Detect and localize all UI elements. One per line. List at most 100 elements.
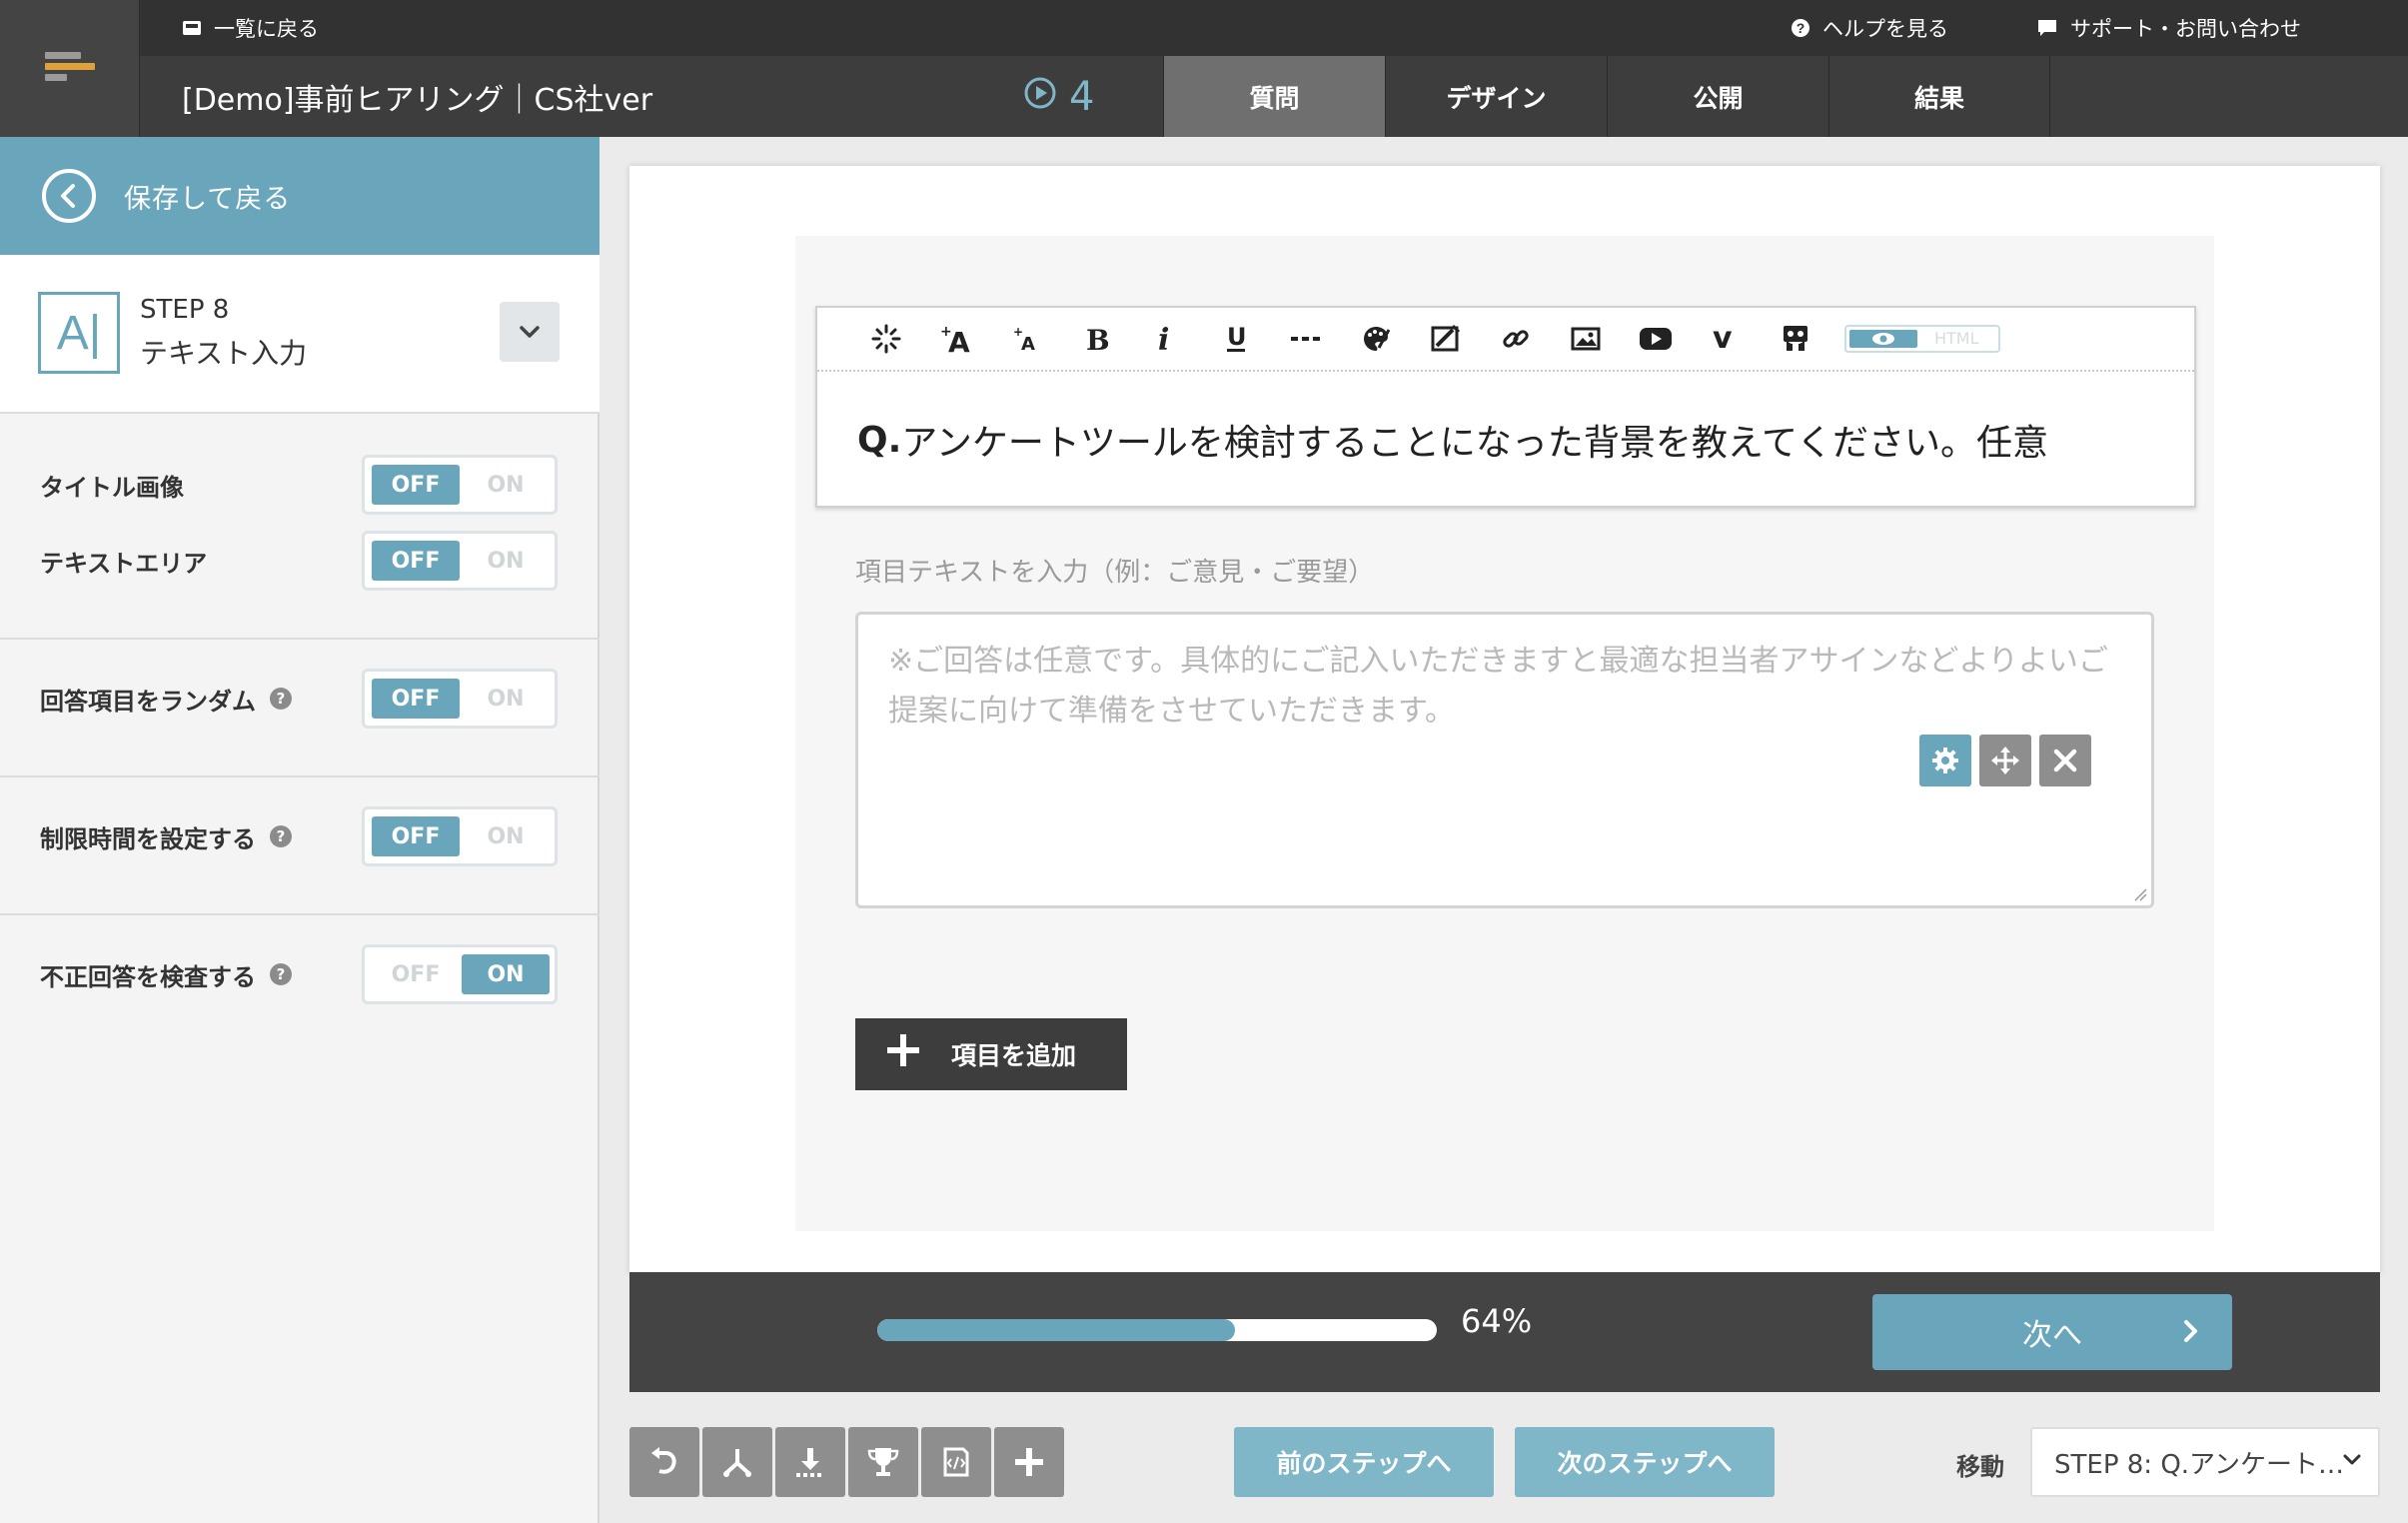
tab-design[interactable]: デザイン	[1385, 56, 1607, 137]
svg-text:B: B	[1086, 324, 1108, 354]
branch-icon	[723, 1449, 751, 1477]
option-label-text: テキストエリア	[40, 549, 208, 578]
app-logo[interactable]	[0, 0, 140, 137]
utility-row: 一覧に戻る ? ヘルプを見る サポート・お問い合わせ	[140, 0, 2408, 56]
bold-icon[interactable]: B	[1061, 314, 1131, 364]
rich-text-toolbar: + A + A B i U v HTML	[817, 308, 2194, 372]
help-link[interactable]: ? ヘルプを見る	[1791, 0, 1948, 56]
option-label-text: 不正回答を検査する	[40, 962, 256, 991]
help-circle-icon: ?	[1791, 18, 1810, 38]
top-header: 一覧に戻る ? ヘルプを見る サポート・お問い合わせ [Demo]事前ヒアリング…	[0, 0, 2408, 137]
tab-results[interactable]: 結果	[1828, 56, 2050, 137]
help-icon[interactable]: ?	[270, 688, 292, 710]
step-type: テキスト入力	[140, 337, 308, 370]
delete-button[interactable]	[2039, 735, 2091, 786]
toggle-text-area[interactable]: OFF ON	[362, 531, 558, 591]
image-icon[interactable]	[1551, 314, 1621, 364]
step-count-value: 4	[1069, 73, 1095, 120]
font-size-up-icon[interactable]: + A	[921, 314, 991, 364]
back-to-list-label: 一覧に戻る	[214, 17, 319, 41]
support-link[interactable]: サポート・お問い合わせ	[2036, 0, 2301, 56]
option-label-text: 制限時間を設定する	[40, 824, 256, 853]
toggle-on[interactable]: ON	[462, 679, 550, 719]
step-type-dropdown[interactable]	[500, 302, 560, 362]
save-and-back-label: 保存して戻る	[124, 183, 292, 215]
progress-percent: 64%	[1461, 1302, 1533, 1340]
question-canvas: + A + A B i U v HTML Q. アンケートツールを検討することに…	[629, 166, 2380, 1273]
horizontal-rule-icon[interactable]	[1271, 314, 1341, 364]
add-step-button[interactable]	[994, 1427, 1064, 1497]
help-icon[interactable]: ?	[270, 963, 292, 985]
svg-text:A: A	[1021, 334, 1035, 352]
divider	[0, 638, 600, 640]
answer-textarea[interactable]: ※ご回答は任意です。具体的にご記入いただきますと最適な担当者アサインなどよりよい…	[855, 612, 2154, 908]
tab-publish[interactable]: 公開	[1607, 56, 1828, 137]
add-item-button[interactable]: 項目を追加	[855, 1018, 1127, 1090]
italic-icon[interactable]: i	[1131, 314, 1201, 364]
palette-icon[interactable]	[1341, 314, 1411, 364]
html-view-toggle[interactable]: HTML	[1844, 325, 2000, 353]
step-info-panel: A| STEP 8 テキスト入力	[0, 255, 600, 414]
toggle-on[interactable]: ON	[462, 816, 550, 856]
question-editor[interactable]: + A + A B i U v HTML Q. アンケートツールを検討することに…	[815, 306, 2196, 508]
option-fraud-check: 不正回答を検査する ? OFF ON	[0, 936, 600, 1012]
prev-step-button[interactable]: 前のステップへ	[1234, 1427, 1494, 1497]
eye-icon	[1849, 330, 1917, 348]
back-arrow-icon	[42, 169, 96, 223]
next-button[interactable]: 次へ	[1872, 1294, 2232, 1370]
next-label: 次へ	[2022, 1318, 2082, 1353]
resize-handle-icon[interactable]	[2133, 887, 2147, 901]
toggle-fraud-check[interactable]: OFF ON	[362, 944, 558, 1004]
inbox-icon	[182, 19, 202, 37]
chat-bubble-icon	[2036, 18, 2058, 38]
step-jump-value: STEP 8: Q.アンケート…	[2054, 1449, 2345, 1480]
settings-sidebar: 保存して戻る A| STEP 8 テキスト入力 タイトル画像 OFF ON テキ…	[0, 137, 600, 1523]
template-button[interactable]	[921, 1427, 991, 1497]
toggle-time-limit[interactable]: OFF ON	[362, 806, 558, 866]
tab-questions[interactable]: 質問	[1163, 56, 1385, 137]
clear-format-icon[interactable]	[1411, 314, 1481, 364]
divider	[0, 913, 600, 915]
next-step-button[interactable]: 次のステップへ	[1515, 1427, 1775, 1497]
move-button[interactable]	[1979, 735, 2031, 786]
help-icon[interactable]: ?	[270, 825, 292, 847]
toggle-on[interactable]: ON	[462, 954, 550, 994]
text-input-icon: A|	[38, 292, 120, 374]
settings-button[interactable]	[1919, 735, 1971, 786]
back-to-list-link[interactable]: 一覧に戻る	[182, 0, 319, 56]
template-icon	[943, 1447, 969, 1477]
link-icon[interactable]	[1481, 314, 1551, 364]
step-count: 4	[1023, 56, 1094, 137]
toggle-off[interactable]: OFF	[372, 816, 460, 856]
option-label-text: 回答項目をランダム	[40, 687, 256, 716]
download-button[interactable]	[775, 1427, 845, 1497]
toggle-title-image[interactable]: OFF ON	[362, 455, 558, 515]
logo-bar-bottom	[45, 74, 67, 81]
help-label: ヘルプを見る	[1822, 17, 1948, 41]
underline-icon[interactable]: U	[1201, 314, 1271, 364]
undo-button[interactable]	[629, 1427, 699, 1497]
answer-placeholder: ※ご回答は任意です。具体的にご記入いただきますと最適な担当者アサインなどよりよい…	[888, 644, 2108, 729]
youtube-icon[interactable]	[1621, 314, 1691, 364]
toggle-randomize[interactable]: OFF ON	[362, 669, 558, 729]
magic-icon[interactable]	[851, 314, 921, 364]
toggle-off[interactable]: OFF	[372, 541, 460, 581]
toggle-on[interactable]: ON	[462, 465, 550, 505]
svg-text:i: i	[1158, 323, 1169, 355]
vimeo-icon[interactable]: v	[1691, 314, 1761, 364]
toggle-on[interactable]: ON	[462, 541, 550, 581]
question-text: アンケートツールを検討することになった背景を教えてください。任意	[901, 423, 2048, 464]
slideshare-icon[interactable]	[1761, 314, 1830, 364]
font-size-down-icon[interactable]: + A	[991, 314, 1061, 364]
branch-button[interactable]	[702, 1427, 772, 1497]
step-jump-select[interactable]: STEP 8: Q.アンケート…	[2030, 1427, 2380, 1497]
item-text-hint[interactable]: 項目テキストを入力（例：ご意見・ご要望）	[855, 552, 1374, 589]
toggle-off[interactable]: OFF	[372, 954, 460, 994]
save-and-back-button[interactable]: 保存して戻る	[0, 137, 600, 255]
question-title[interactable]: Q. アンケートツールを検討することになった背景を教えてください。任意	[857, 374, 2048, 506]
toggle-off[interactable]: OFF	[372, 465, 460, 505]
toggle-off[interactable]: OFF	[372, 679, 460, 719]
chevron-down-icon	[2343, 1454, 2361, 1465]
trophy-button[interactable]	[848, 1427, 918, 1497]
chevron-down-icon	[520, 326, 540, 338]
